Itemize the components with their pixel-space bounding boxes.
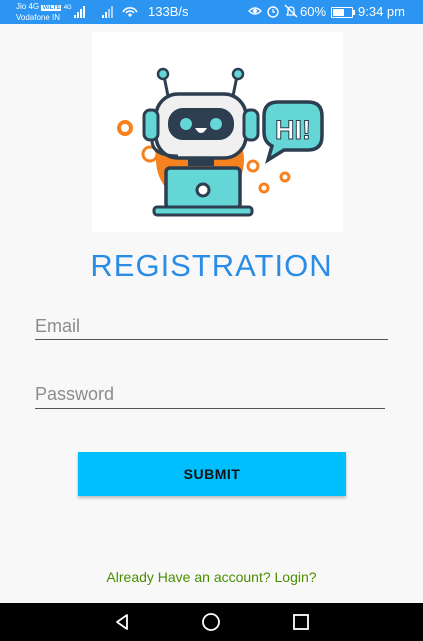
recents-button[interactable] [276,603,326,641]
email-input[interactable] [35,314,388,338]
carrier2-name: Vodafone IN [16,13,61,22]
password-input[interactable] [35,382,385,406]
battery-percent: 60% [300,4,327,19]
robot-logo-icon: HI! [117,67,324,217]
wifi-hotspot-icon [122,7,138,17]
email-field[interactable] [35,314,388,340]
battery-icon [331,7,355,18]
password-field[interactable] [35,382,385,409]
navigation-bar [0,603,423,641]
eye-icon [248,7,262,15]
carrier-info: Jio 4G VoLTE 4G Vodafone IN [16,2,72,23]
network-type: 4G [63,5,72,11]
bubble-text: HI! [275,115,311,145]
signal-icon [74,6,85,18]
recents-icon [293,614,309,630]
back-icon [116,614,128,630]
home-button[interactable] [186,603,236,641]
submit-button[interactable]: SUBMIT [78,452,346,496]
email-underline [35,339,388,340]
clock: 9:34 pm [358,4,405,19]
password-underline [35,408,385,409]
volte-badge: VoLTE [41,5,62,11]
signal-icon [102,6,113,18]
page-title: REGISTRATION [90,248,333,283]
login-link[interactable]: Already Have an account? Login? [0,569,423,585]
net-speed: 133B/s [148,4,189,19]
back-button[interactable] [97,603,147,641]
mute-notification-icon [284,4,298,18]
carrier1-name: Jio 4G [16,2,40,11]
app-logo: HI! [92,32,343,232]
home-icon [202,613,220,631]
status-bar: Jio 4G VoLTE 4G Vodafone IN 133B/s 60% 9… [0,0,423,24]
alarm-icon [267,6,279,18]
